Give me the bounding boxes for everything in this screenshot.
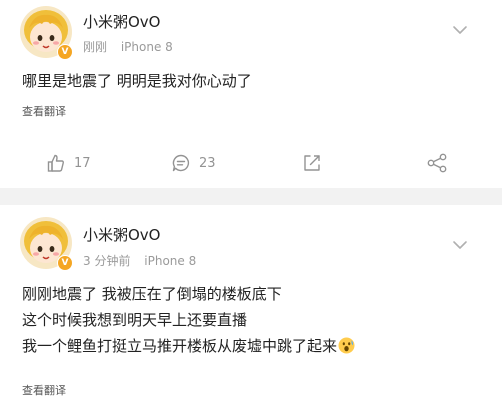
post-text: 哪里是地震了 明明是我对你心动了 [22,68,482,94]
share-out-icon [302,153,322,173]
post-text-line: 刚刚地震了 我被压在了倒塌的楼板底下 [22,285,282,303]
post-text-line: 这个时候我想到明天早上还要直播 [22,311,248,329]
post-meta: 刚刚 iPhone 8 [83,38,173,55]
post-meta: 3 分钟前 iPhone 8 [83,252,196,269]
post-text-line: 哪里是地震了 明明是我对你心动了 [22,72,252,90]
translate-link[interactable]: 查看翻译 [22,103,66,119]
post-time: 刚刚 [83,40,108,54]
username[interactable]: 小米粥OvO [83,11,161,32]
thumbs-up-icon [46,153,66,173]
like-count: 17 [74,155,91,171]
comment-icon [171,153,191,173]
forward-button[interactable] [426,148,448,178]
post-card[interactable]: V 小米粥OvO 3 分钟前 iPhone 8 刚刚地震了 我被压在了倒塌的楼板… [0,205,502,404]
translate-link[interactable]: 查看翻译 [22,382,66,398]
forward-share-icon [426,152,448,174]
comment-button[interactable]: 23 [171,148,216,178]
weibo-feed: V 小米粥OvO 刚刚 iPhone 8 哪里是地震了 明明是我对你心动了 查看… [0,0,502,404]
post-time: 3 分钟前 [83,254,131,268]
like-button[interactable]: 17 [46,148,91,178]
post-text-line-with-emoji: 我一个鲤鱼打挺立马推开楼板从废墟中跳了起来 [22,333,482,359]
comment-count: 23 [199,155,216,171]
post-card[interactable]: V 小米粥OvO 刚刚 iPhone 8 哪里是地震了 明明是我对你心动了 查看… [0,0,502,188]
shocked-face-emoji-icon [338,336,355,354]
username[interactable]: 小米粥OvO [83,224,161,245]
share-button[interactable] [302,148,322,178]
chevron-down-icon[interactable] [452,237,468,253]
verified-badge-icon: V [57,255,73,271]
post-device: iPhone 8 [144,254,197,268]
verified-badge-icon: V [57,44,73,60]
post-text-line: 我一个鲤鱼打挺立马推开楼板从废墟中跳了起来 [22,337,338,355]
post-text: 刚刚地震了 我被压在了倒塌的楼板底下 这个时候我想到明天早上还要直播 我一个鲤鱼… [22,281,482,359]
chevron-down-icon[interactable] [452,22,468,38]
action-bar: 17 23 [0,148,502,178]
post-device: iPhone 8 [120,40,173,54]
